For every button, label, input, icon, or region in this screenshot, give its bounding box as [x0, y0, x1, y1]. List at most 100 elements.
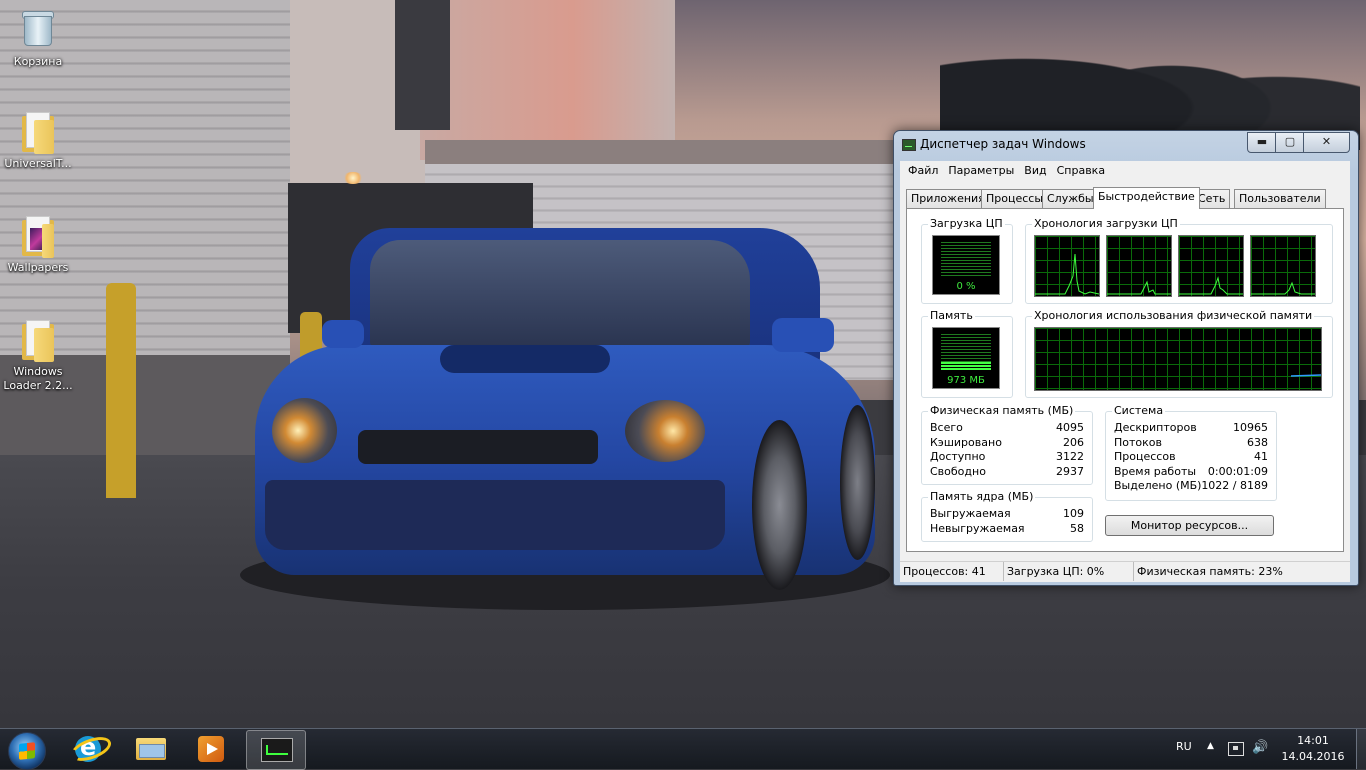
wallpaper-car-wheel	[752, 420, 807, 590]
recycle-bin-icon	[20, 8, 56, 52]
physical-memory-group: Физическая память (МБ) Всего 4095 Кэширов…	[921, 404, 1093, 485]
network-icon[interactable]	[1228, 742, 1244, 756]
kernel-memory-group: Память ядра (МБ) Выгружаемая 109 Невыгруж…	[921, 490, 1093, 542]
cpu-history-graph-core3	[1178, 235, 1244, 297]
cpu-usage-value: 0 %	[956, 281, 976, 292]
window-title: Диспетчер задач Windows	[920, 137, 1086, 151]
menu-help[interactable]: Справка	[1052, 161, 1110, 181]
system-label: Система	[1112, 404, 1166, 417]
minimize-button[interactable]: ▬	[1247, 132, 1277, 153]
folder-icon	[20, 214, 56, 258]
status-processes: Процессов: 41	[900, 562, 1004, 581]
wallpaper-car-mirror	[322, 320, 364, 348]
memory-gauge: 973 МБ	[932, 327, 1000, 389]
folder-icon	[20, 318, 56, 362]
tray-expand-icon[interactable]: ▲	[1207, 741, 1214, 751]
wallpaper-car-headlight	[625, 400, 705, 462]
table-row: Доступно 3122	[930, 450, 1084, 463]
system-table: Дескрипторов 10965 Потоков 638 Процессов 41…	[1114, 421, 1268, 494]
cpu-history-graph-core4	[1250, 235, 1316, 297]
wallpaper-car-mirror	[772, 318, 834, 352]
close-button[interactable]: ✕	[1303, 132, 1350, 153]
physical-memory-table: Всего 4095 Кэшировано 206 Доступно 3122 Сво…	[930, 421, 1084, 479]
taskbar: RU ▲ 🔊 14:01 14.04.2016	[0, 728, 1366, 770]
windows-logo-icon	[19, 742, 35, 760]
desktop-icon-recycle-bin[interactable]: Корзина	[0, 8, 76, 69]
clock-time: 14:01	[1297, 734, 1329, 747]
performance-panel: Загрузка ЦП 0 % Хронология загрузки ЦП П…	[906, 208, 1344, 552]
cpu-history-graph-core1	[1034, 235, 1100, 297]
taskbar-task-manager[interactable]	[246, 730, 306, 770]
wallpaper-trees	[940, 10, 1360, 150]
status-bar: Процессов: 41 Загрузка ЦП: 0% Физическая…	[900, 561, 1350, 582]
window-client-area: Приложения Процессы Службы Быстродействи…	[900, 181, 1350, 561]
wallpaper-car-wheel	[840, 405, 875, 560]
cpu-usage-gauge: 0 %	[932, 235, 1000, 295]
start-button[interactable]	[8, 732, 46, 770]
memory-history-label: Хронология использования физической памя…	[1032, 309, 1315, 322]
table-row: Дескрипторов 10965	[1114, 421, 1268, 434]
wallpaper-car-headlight	[272, 398, 337, 463]
wallpaper-car-windshield	[370, 240, 750, 348]
taskbar-file-explorer[interactable]	[121, 730, 179, 768]
cpu-history-label: Хронология загрузки ЦП	[1032, 217, 1180, 230]
wallpaper-building-roof	[425, 140, 895, 164]
taskbar-media-player[interactable]	[182, 730, 240, 768]
table-row: Кэшировано 206	[930, 435, 1084, 449]
folder-library-icon	[136, 738, 166, 760]
desktop-icon-wallpapers[interactable]: Wallpapers	[0, 214, 76, 275]
tab-services[interactable]: Службы	[1042, 189, 1099, 208]
table-row: Время работы 0:00:01:09	[1114, 464, 1268, 478]
clock-date: 14.04.2016	[1281, 750, 1345, 763]
resource-monitor-button[interactable]: Монитор ресурсов...	[1105, 515, 1274, 536]
menu-options[interactable]: Параметры	[943, 161, 1019, 181]
table-row: Потоков 638	[1114, 435, 1268, 449]
cpu-core3-line	[1179, 276, 1243, 295]
wallpaper-lamp	[342, 172, 364, 184]
wallpaper-car-grille	[358, 430, 598, 464]
memory-history-graph	[1034, 327, 1322, 391]
tab-applications[interactable]: Приложения	[906, 189, 990, 208]
cpu-core2-line	[1107, 280, 1171, 295]
table-row: Свободно 2937	[930, 464, 1084, 478]
volume-icon[interactable]: 🔊	[1252, 740, 1268, 755]
desktop-icon-label: UniversalT...	[4, 157, 72, 170]
status-memory: Физическая память: 23%	[1137, 565, 1283, 578]
cpu-history-graph-core2	[1106, 235, 1172, 297]
desktop-icon-label: Wallpapers	[7, 261, 69, 274]
kernel-memory-label: Память ядра (МБ)	[928, 490, 1036, 503]
system-clock[interactable]: 14:01 14.04.2016	[1280, 733, 1346, 765]
wallpaper-pole	[106, 283, 136, 498]
memory-fill	[941, 362, 991, 370]
menu-view[interactable]: Вид	[1019, 161, 1051, 181]
table-row: Процессов 41	[1114, 450, 1268, 463]
menu-file[interactable]: Файл	[903, 161, 943, 181]
status-cpu: Загрузка ЦП: 0%	[1004, 562, 1134, 581]
wallpaper-car-hood-scoop	[440, 345, 610, 373]
desktop-icon-windows-loader[interactable]: Windows Loader 2.2...	[0, 318, 76, 393]
table-row: Всего 4095	[930, 421, 1084, 434]
memory-group: Память 973 МБ	[921, 309, 1013, 398]
memory-label: Память	[928, 309, 975, 322]
memory-history-group: Хронология использования физической памя…	[1025, 309, 1333, 398]
tab-users[interactable]: Пользователи	[1234, 189, 1326, 208]
media-player-icon	[198, 736, 224, 762]
cpu-usage-label: Загрузка ЦП	[928, 217, 1005, 230]
system-group: Система Дескрипторов 10965 Потоков 638 Про…	[1105, 404, 1277, 501]
tab-performance[interactable]: Быстродействие	[1093, 187, 1200, 209]
show-desktop-button[interactable]	[1356, 729, 1366, 769]
table-row: Выгружаемая 109	[930, 507, 1084, 520]
language-indicator[interactable]: RU	[1176, 740, 1192, 753]
memory-value: 973 МБ	[947, 375, 985, 386]
wallpaper-building-wall	[420, 0, 675, 160]
kernel-memory-table: Выгружаемая 109 Невыгружаемая 58	[930, 507, 1084, 536]
cpu-usage-group: Загрузка ЦП 0 %	[921, 217, 1013, 304]
tab-processes[interactable]: Процессы	[981, 189, 1049, 208]
task-manager-window[interactable]: Диспетчер задач Windows ▬ ▢ ✕ Файл Параме…	[893, 130, 1359, 586]
desktop-icon-label: Windows Loader 2.2...	[3, 365, 73, 392]
maximize-button[interactable]: ▢	[1275, 132, 1305, 153]
task-manager-icon	[261, 738, 293, 762]
wallpaper-building-window	[395, 0, 450, 130]
desktop-icon-universalt[interactable]: UniversalT...	[0, 110, 76, 171]
taskbar-internet-explorer[interactable]	[60, 730, 118, 768]
